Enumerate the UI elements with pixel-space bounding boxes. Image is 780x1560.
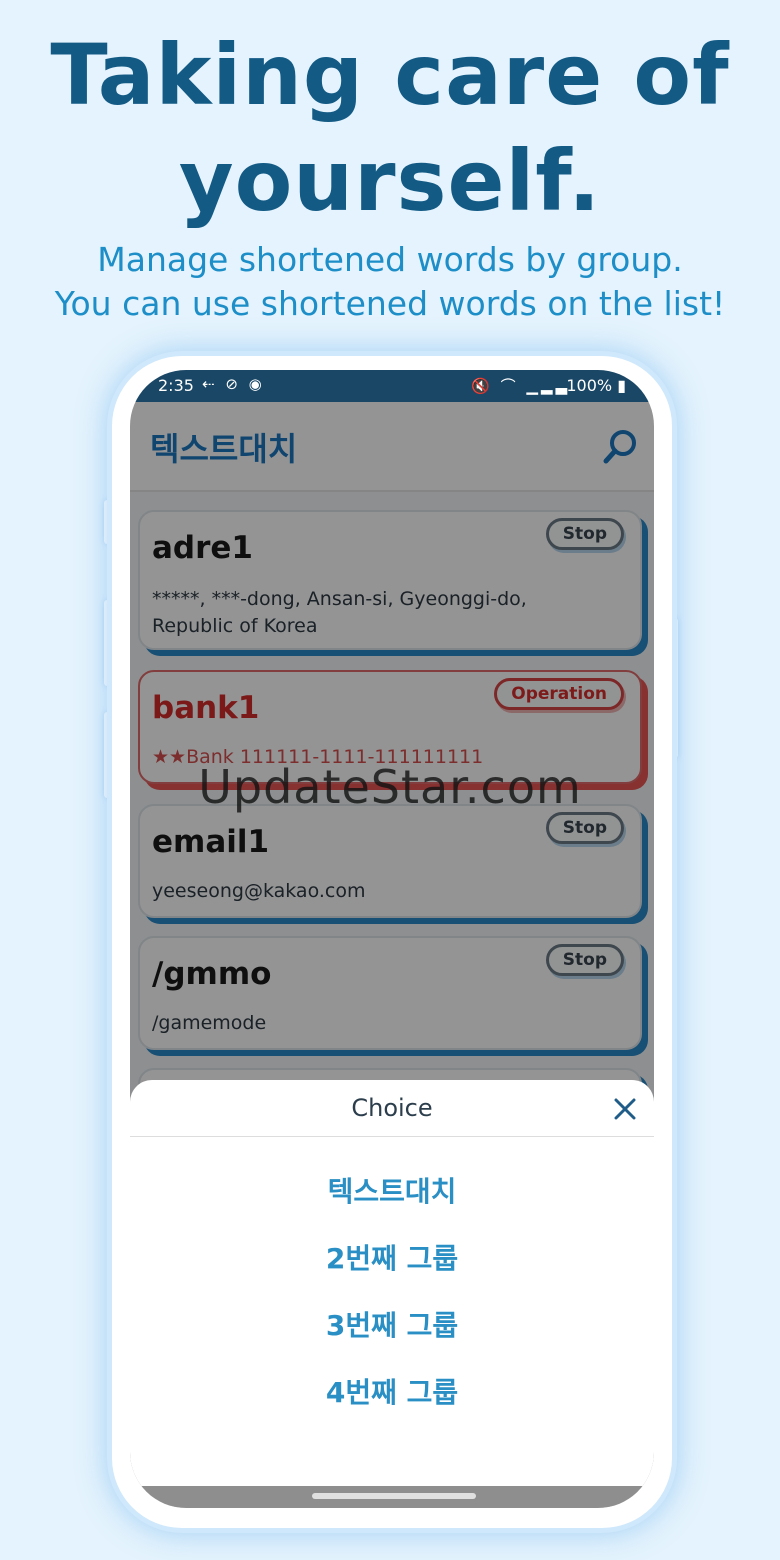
watermark-text: UpdateStar.com [198, 760, 582, 814]
group-option-4[interactable]: 4번째 그룹 [130, 1371, 654, 1411]
group-option-1[interactable]: 텍스트대치 [130, 1170, 654, 1210]
status-signal-icons: 🔇 ⌒ ▁▂▃ [471, 377, 570, 395]
system-nav-bar [130, 1486, 654, 1508]
status-battery: 100% ▮ [566, 376, 626, 395]
phone-side-button [104, 500, 110, 544]
sheet-title: Choice [351, 1094, 433, 1122]
choice-bottom-sheet: Choice 텍스트대치 2번째 그룹 3번째 그룹 4번째 그룹 [130, 1080, 654, 1508]
subtitle-line-1: Manage shortened words by group. [97, 240, 683, 279]
home-gesture-handle[interactable] [312, 1493, 476, 1499]
headline-line-1: Taking care of [50, 26, 730, 124]
phone-power-button [672, 618, 678, 758]
phone-volume-up-button [104, 600, 110, 686]
headline: Taking care of yourself. [0, 22, 780, 234]
status-time: 2:35 [158, 376, 194, 395]
status-bar: 2:35 ⇠ ⊘ ◉ 🔇 ⌒ ▁▂▃ 100% ▮ [130, 370, 654, 402]
phone-frame: 2:35 ⇠ ⊘ ◉ 🔇 ⌒ ▁▂▃ 100% ▮ 텍스트대치 adre1 St… [112, 356, 672, 1528]
status-notification-icons: ⇠ ⊘ ◉ [202, 375, 265, 393]
sheet-divider [130, 1136, 654, 1137]
group-option-2[interactable]: 2번째 그룹 [130, 1237, 654, 1277]
group-option-3[interactable]: 3번째 그룹 [130, 1304, 654, 1344]
phone-screen: 2:35 ⇠ ⊘ ◉ 🔇 ⌒ ▁▂▃ 100% ▮ 텍스트대치 adre1 St… [130, 370, 654, 1508]
subtitle-line-2: You can use shortened words on the list! [54, 284, 726, 323]
headline-line-2: yourself. [178, 132, 602, 230]
close-icon[interactable] [612, 1096, 638, 1122]
